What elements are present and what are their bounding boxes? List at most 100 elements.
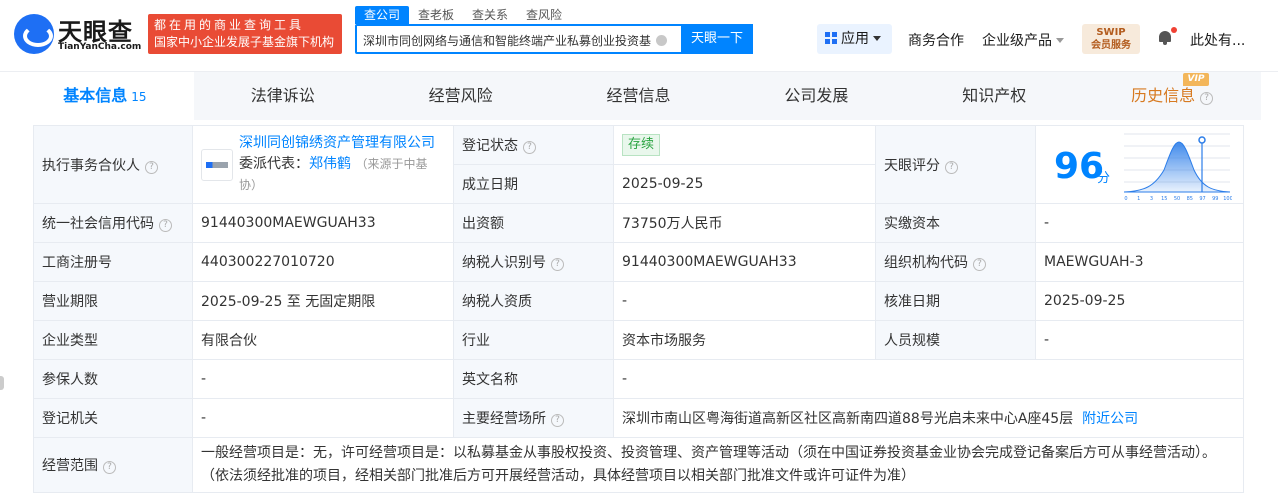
found-date-value: 2025-09-25 [613, 164, 876, 204]
credit-code-label: 统一社会信用代码 [42, 216, 154, 232]
score-axis-tick: 97 [1199, 196, 1205, 202]
score-axis-tick: 50 [1174, 196, 1180, 202]
credit-code-value: 91440300MAEWGUAH33 [192, 203, 454, 243]
search-input[interactable] [363, 31, 651, 49]
score-axis-tick: 100 [1223, 196, 1232, 202]
partner-label-cell: 执行事务合伙人? [33, 125, 193, 204]
help-icon[interactable]: ? [159, 219, 172, 232]
logo-subtitle: TianYanCha.com [58, 42, 142, 52]
score-distribution-curve [1124, 141, 1231, 193]
authority-label: 登记机关 [33, 398, 193, 438]
score-axis-tick: 85 [1187, 196, 1193, 202]
score-marker-dot [1198, 136, 1206, 144]
search-tab-boss[interactable]: 查老板 [409, 6, 463, 24]
help-icon[interactable]: ? [523, 141, 536, 154]
tab-history[interactable]: 历史信息? [1083, 72, 1261, 120]
tab-legal[interactable]: 法律诉讼 [194, 72, 372, 120]
tab-operation-risk[interactable]: 经营风险 [372, 72, 550, 120]
help-icon[interactable]: ? [551, 258, 564, 271]
company-logo-icon[interactable] [201, 148, 233, 181]
score-cell[interactable]: 96 分 0 1 3 15 50 85 97 99 100 [1035, 125, 1244, 204]
help-icon: ? [1200, 92, 1214, 105]
type-value: 有限合伙 [192, 320, 454, 360]
search-area: 查公司 查老板 查关系 查风险 天眼一下 [355, 6, 755, 56]
delegate-label: 委派代表： [239, 156, 309, 172]
type-label: 企业类型 [33, 320, 193, 360]
address-cell: 深圳市南山区粤海街道高新区社区高新南四道88号光启未来中心A座45层 附近公司 [613, 398, 1244, 438]
approve-date-value: 2025-09-25 [1035, 281, 1244, 321]
vip-badge: VIP [1183, 73, 1209, 86]
help-icon[interactable]: ? [145, 160, 158, 174]
credit-code-label-cell: 统一社会信用代码? [33, 203, 193, 243]
capital-label: 出资额 [453, 203, 614, 243]
basic-info-table: 执行事务合伙人? 深圳同创锦绣资产管理有限公司 委派代表：郑伟鹤 （来源于中基 … [33, 125, 1244, 493]
notification-dot [1171, 27, 1177, 33]
delegate-name-link[interactable]: 郑伟鹤 [309, 156, 351, 172]
found-date-label: 成立日期 [453, 164, 614, 204]
address-value: 深圳市南山区粤海街道高新区社区高新南四道88号光启未来中心A座45层 [622, 411, 1074, 427]
english-name-value: - [613, 359, 1244, 399]
score-label: 天眼评分 [884, 157, 940, 174]
grid-icon [825, 32, 837, 44]
industry-label: 行业 [453, 320, 614, 360]
org-code-label-cell: 组织机构代码? [875, 242, 1036, 282]
scope-value: 一般经营项目是：无，许可经营项目是：以私募基金从事股权投资、投资管理、资产管理等… [192, 437, 1244, 493]
tab-count: 15 [131, 90, 147, 104]
reg-no-label: 工商注册号 [33, 242, 193, 282]
tab-basic-info[interactable]: 基本信息 15 [16, 72, 194, 120]
reg-status-label: 登记状态 [462, 138, 518, 154]
help-icon[interactable]: ? [973, 258, 986, 271]
search-button[interactable]: 天眼一下 [681, 24, 753, 54]
staff-value: - [1035, 320, 1244, 360]
search-tab-risk[interactable]: 查风险 [517, 6, 571, 24]
help-icon[interactable]: ? [551, 414, 564, 427]
search-tab-company[interactable]: 查公司 [355, 6, 410, 24]
taxpayer-qual-value: - [613, 281, 876, 321]
nearby-companies-link[interactable]: 附近公司 [1082, 411, 1138, 427]
delegate-source-end: 协） [239, 178, 264, 192]
side-scroll-handle[interactable] [0, 376, 4, 390]
promo-banner[interactable]: 都在用的商业查询工具 国家中小企业发展子基金旗下机构 [148, 14, 342, 54]
score-label-cell: 天眼评分? [875, 125, 1036, 204]
enterprise-products-label: 企业级产品 [982, 33, 1052, 49]
address-label-cell: 主要经营场所? [453, 398, 614, 438]
help-icon[interactable]: ? [945, 160, 958, 174]
help-icon[interactable]: ? [103, 461, 116, 474]
term-value: 2025-09-25 至 无固定期限 [192, 281, 454, 321]
tab-label: 基本信息 [63, 86, 128, 105]
address-label: 主要经营场所 [462, 411, 546, 427]
paid-capital-label: 实缴资本 [875, 203, 1036, 243]
partner-label: 执行事务合伙人 [42, 157, 140, 174]
tab-operation-info[interactable]: 经营信息 [550, 72, 728, 120]
eye-logo-icon [14, 14, 54, 54]
score-axis-tick: 1 [1137, 196, 1140, 202]
score-axis-tick: 15 [1161, 196, 1167, 202]
banner-line-2: 国家中小企业发展子基金旗下机构 [154, 35, 335, 49]
delegate-source: （来源于中基 [355, 157, 428, 171]
clear-icon[interactable] [656, 35, 667, 46]
chevron-down-icon [873, 36, 881, 41]
business-cooperation-link[interactable]: 商务合作 [908, 30, 964, 50]
score-axis-tick: 3 [1150, 196, 1153, 202]
authority-value: - [192, 398, 454, 438]
bell-icon[interactable] [1157, 30, 1173, 46]
approve-date-label: 核准日期 [875, 281, 1036, 321]
section-tabs: 基本信息 15 法律诉讼 经营风险 经营信息 公司发展 知识产权 历史信息? [16, 72, 1261, 120]
search-box: 天眼一下 [355, 24, 753, 54]
partner-name-link[interactable]: 深圳同创锦绣资产管理有限公司 [239, 135, 435, 151]
enterprise-products-menu[interactable]: 企业级产品 [982, 30, 1064, 50]
partner-cell: 深圳同创锦绣资产管理有限公司 委派代表：郑伟鹤 （来源于中基 协） [192, 125, 454, 204]
user-menu[interactable]: 此处有... [1190, 30, 1245, 50]
term-label: 营业期限 [33, 281, 193, 321]
tianyancha-logo[interactable]: 天眼查 TianYanCha.com [14, 12, 142, 56]
taxpayer-id-label: 纳税人识别号 [462, 255, 546, 271]
score-axis-tick: 0 [1124, 196, 1127, 202]
svip-member-button[interactable]: SWIP 会员服务 [1082, 24, 1140, 54]
scope-label-cell: 经营范围? [33, 437, 193, 493]
tab-company-development[interactable]: 公司发展 [727, 72, 905, 120]
org-code-label: 组织机构代码 [884, 255, 968, 271]
score-axis-tick: 99 [1212, 196, 1218, 202]
apps-menu[interactable]: 应用 [817, 24, 892, 54]
search-tab-relation[interactable]: 查关系 [463, 6, 517, 24]
tab-intellectual-property[interactable]: 知识产权 [905, 72, 1083, 120]
